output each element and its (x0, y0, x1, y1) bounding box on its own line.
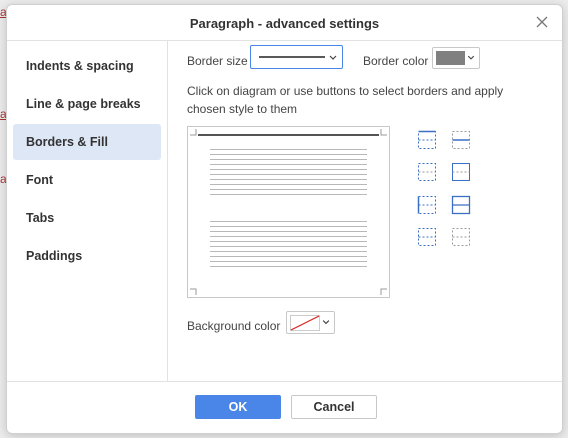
settings-sidebar: Indents & spacing Line & page breaks Bor… (7, 41, 168, 381)
paragraph-settings-dialog: Paragraph - advanced settings Indents & … (6, 4, 563, 434)
chevron-down-icon (467, 55, 475, 60)
border-inner-horizontal-button-icon[interactable] (451, 130, 471, 150)
border-color-swatch (436, 51, 465, 65)
no-color-swatch-icon (290, 315, 320, 331)
dialog-header: Paragraph - advanced settings (7, 5, 562, 41)
sidebar-item-font[interactable]: Font (13, 162, 161, 198)
sidebar-item-paddings[interactable]: Paddings (13, 238, 161, 274)
border-size-label: Border size (187, 54, 248, 68)
sidebar-item-line-page-breaks[interactable]: Line & page breaks (13, 86, 161, 122)
borders-fill-panel: Border size Border color Click on diagra… (169, 41, 562, 381)
corner-mark-icon (190, 288, 197, 295)
border-left-button-icon[interactable] (417, 162, 437, 182)
border-bottom-button-icon[interactable] (417, 227, 437, 247)
corner-mark-icon (380, 288, 387, 295)
background-color-picker[interactable] (286, 311, 335, 334)
diagram-paragraph (210, 149, 367, 199)
diagram-top-border (198, 134, 379, 136)
diagram-paragraph (210, 221, 367, 271)
corner-mark-icon (380, 129, 387, 136)
border-none-button-icon[interactable] (451, 227, 471, 247)
chevron-down-icon (322, 320, 330, 325)
cancel-button[interactable]: Cancel (291, 395, 377, 419)
border-color-picker[interactable] (432, 47, 480, 69)
border-diagram[interactable] (187, 126, 390, 298)
close-icon[interactable] (534, 14, 550, 30)
dialog-title: Paragraph - advanced settings (189, 16, 380, 31)
chevron-down-icon (329, 55, 337, 60)
sidebar-item-borders-fill[interactable]: Borders & Fill (13, 124, 161, 160)
sidebar-item-indents-spacing[interactable]: Indents & spacing (13, 48, 161, 84)
sidebar-item-tabs[interactable]: Tabs (13, 200, 161, 236)
corner-mark-icon (190, 129, 197, 136)
border-all-button-icon[interactable] (451, 195, 471, 215)
border-color-label: Border color (363, 54, 429, 68)
background-color-label: Background color (187, 319, 281, 333)
line-style-preview-icon (259, 56, 325, 58)
border-size-select[interactable] (250, 45, 343, 69)
border-top-button-icon[interactable] (417, 130, 437, 150)
border-outer-button-icon[interactable] (417, 195, 437, 215)
ok-button[interactable]: OK (195, 395, 281, 419)
border-right-button-icon[interactable] (451, 162, 471, 182)
border-instructions: Click on diagram or use buttons to selec… (187, 84, 504, 116)
dialog-footer: OK Cancel (7, 381, 562, 433)
